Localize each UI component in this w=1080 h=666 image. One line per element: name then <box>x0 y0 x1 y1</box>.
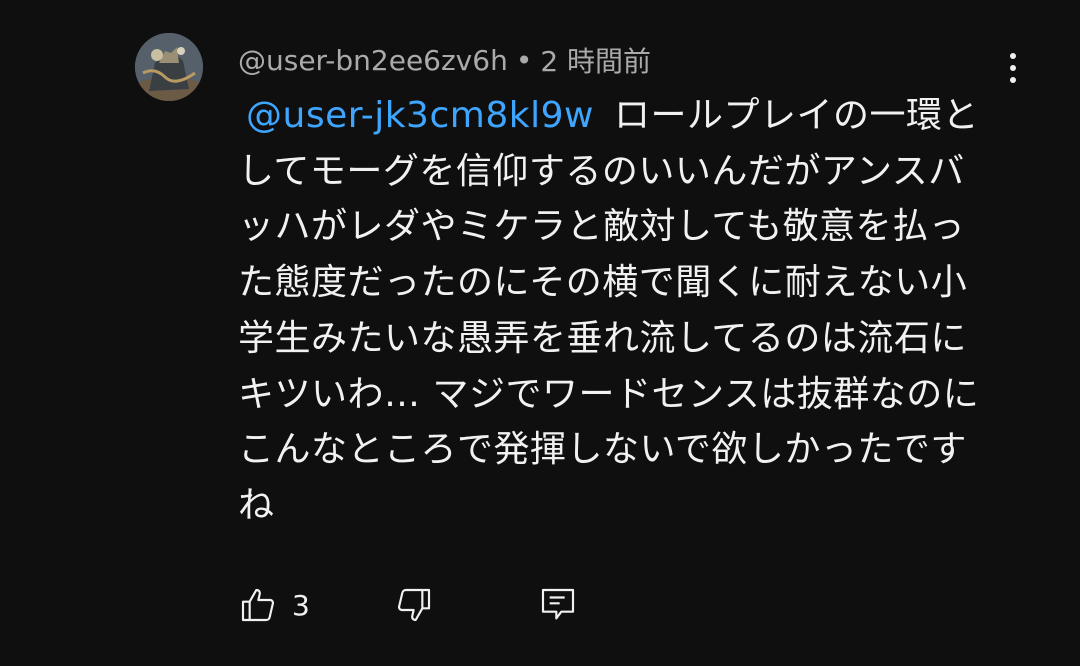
dislike-button[interactable] <box>394 580 434 630</box>
comment-body: @user-jk3cm8kl9w ロールプレイの一環としてモーグを信仰するのいいん… <box>238 88 988 534</box>
separator-dot: • <box>515 43 533 77</box>
reply-button[interactable] <box>538 580 578 630</box>
comment-actions: 3 <box>238 580 638 630</box>
like-count: 3 <box>292 588 310 622</box>
more-options-button[interactable] <box>996 46 1030 90</box>
more-vertical-icon <box>1010 53 1016 59</box>
comment-text: ロールプレイの一環としてモーグを信仰するのいいんだがアンスバッハがレダやミケラと… <box>238 95 980 526</box>
comment-header: @user-bn2ee6zv6h • 2 時間前 <box>238 40 651 80</box>
thumbs-up-icon <box>241 588 275 622</box>
like-button[interactable]: 3 <box>238 580 310 630</box>
reply-comment-icon <box>541 588 575 620</box>
author-name[interactable]: @user-bn2ee6zv6h <box>238 44 508 77</box>
mention-link[interactable]: @user-jk3cm8kl9w <box>246 95 594 136</box>
timestamp: 2 時間前 <box>540 45 652 78</box>
avatar[interactable] <box>135 33 203 101</box>
avatar-image <box>135 33 203 101</box>
thumbs-down-icon <box>397 588 431 622</box>
